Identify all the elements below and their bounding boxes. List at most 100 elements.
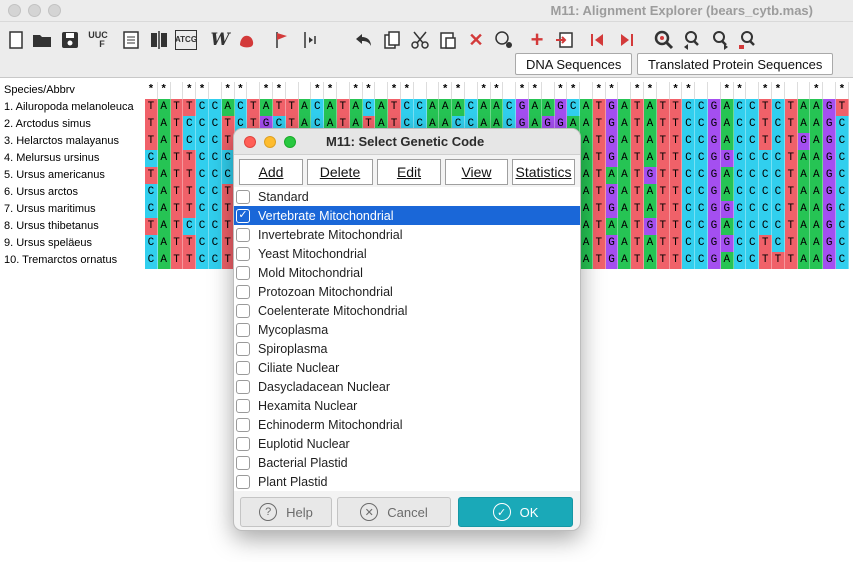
nucleotide-cell[interactable]: T (631, 99, 645, 116)
nucleotide-cell[interactable]: A (618, 99, 632, 116)
nucleotide-cell[interactable]: G (554, 99, 568, 116)
nucleotide-cell[interactable]: A (644, 201, 657, 218)
genetic-code-item[interactable]: Mold Mitochondrial (234, 263, 580, 282)
genetic-code-item[interactable]: Plant Plastid (234, 472, 580, 491)
nucleotide-cell[interactable]: A (298, 99, 312, 116)
zoom-window-button[interactable] (48, 4, 61, 17)
nucleotide-cell[interactable]: C (208, 116, 222, 133)
species-name[interactable]: 1. Ailuropoda melanoleuca (0, 99, 145, 116)
nucleotide-cell[interactable]: G (823, 133, 837, 150)
nucleotide-cell[interactable]: A (580, 235, 593, 252)
nucleotide-cell[interactable]: A (260, 99, 273, 116)
nucleotide-cell[interactable]: A (580, 201, 593, 218)
nucleotide-cell[interactable]: C (682, 201, 696, 218)
nucleotide-cell[interactable]: C (695, 235, 709, 252)
nucleotide-cell[interactable]: C (682, 184, 696, 201)
nucleotide-cell[interactable]: C (836, 133, 849, 150)
nucleotide-cell[interactable]: A (810, 99, 824, 116)
genetic-code-item[interactable]: Echinoderm Mitochondrial (234, 415, 580, 434)
nucleotide-cell[interactable]: C (682, 150, 696, 167)
nucleotide-cell[interactable]: G (720, 201, 734, 218)
nucleotide-cell[interactable]: T (669, 133, 683, 150)
nucleotide-cell[interactable]: T (592, 116, 606, 133)
nucleotide-cell[interactable]: A (720, 99, 734, 116)
nucleotide-cell[interactable]: C (836, 184, 849, 201)
nucleotide-cell[interactable]: A (810, 133, 824, 150)
nucleotide-cell[interactable]: T (656, 99, 670, 116)
nucleotide-cell[interactable]: G (605, 252, 619, 269)
nucleotide-cell[interactable]: G (605, 116, 619, 133)
dialog-close-button[interactable] (244, 136, 256, 148)
nucleotide-cell[interactable]: T (170, 235, 184, 252)
species-name[interactable]: 5. Ursus americanus (0, 167, 145, 184)
nucleotide-cell[interactable]: C (208, 99, 222, 116)
nucleotide-cell[interactable]: A (618, 150, 632, 167)
nucleotide-cell[interactable]: C (733, 235, 747, 252)
nucleotide-cell[interactable]: C (682, 99, 696, 116)
dialog-minimize-button[interactable] (264, 136, 276, 148)
genetic-code-item[interactable]: Hexamita Nuclear (234, 396, 580, 415)
nucleotide-cell[interactable]: A (157, 167, 171, 184)
nucleotide-cell[interactable]: T (388, 99, 401, 116)
nucleotide-cell[interactable]: A (720, 218, 734, 235)
nucleotide-cell[interactable]: G (823, 252, 837, 269)
nucleotide-cell[interactable]: T (336, 99, 350, 116)
nucleotide-cell[interactable]: C (746, 235, 760, 252)
nucleotide-cell[interactable]: C (695, 99, 709, 116)
nucleotide-cell[interactable]: A (797, 99, 811, 116)
nucleotide-cell[interactable]: T (170, 201, 184, 218)
nucleotide-cell[interactable]: C (733, 201, 747, 218)
nucleotide-cell[interactable]: G (708, 150, 721, 167)
nucleotide-cell[interactable]: G (516, 99, 529, 116)
nucleotide-cell[interactable]: T (631, 235, 645, 252)
nucleotide-cell[interactable]: C (196, 116, 209, 133)
nucleotide-cell[interactable]: T (631, 116, 645, 133)
nucleotide-cell[interactable]: T (656, 167, 670, 184)
nucleotide-cell[interactable]: A (797, 218, 811, 235)
nucleotide-cell[interactable]: T (170, 252, 184, 269)
nucleotide-cell[interactable]: C (836, 116, 849, 133)
nucleotide-cell[interactable]: G (605, 99, 619, 116)
nucleotide-cell[interactable]: C (413, 99, 427, 116)
nucleotide-cell[interactable]: C (682, 235, 696, 252)
delete-button[interactable]: Delete (307, 159, 373, 185)
nucleotide-cell[interactable]: A (157, 201, 171, 218)
nucleotide-cell[interactable]: C (196, 184, 209, 201)
nucleotide-cell[interactable]: G (605, 235, 619, 252)
nucleotide-cell[interactable]: T (784, 116, 798, 133)
nucleotide-cell[interactable]: T (784, 184, 798, 201)
nucleotide-cell[interactable]: G (708, 201, 721, 218)
nucleotide-cell[interactable]: A (439, 99, 453, 116)
nucleotide-cell[interactable]: A (157, 150, 171, 167)
nucleotide-cell[interactable]: C (733, 218, 747, 235)
genetic-code-item[interactable]: Mycoplasma (234, 320, 580, 339)
nucleotide-cell[interactable]: T (170, 218, 184, 235)
nucleotide-cell[interactable]: C (208, 150, 222, 167)
genetic-code-item[interactable]: Coelenterate Mitochondrial (234, 301, 580, 320)
nucleotide-cell[interactable]: A (644, 116, 657, 133)
nucleotide-cell[interactable]: G (720, 235, 734, 252)
nucleotide-cell[interactable]: T (784, 167, 798, 184)
nucleotide-cell[interactable]: C (759, 150, 773, 167)
nucleotide-cell[interactable]: G (708, 252, 721, 269)
nucleotide-cell[interactable]: T (784, 235, 798, 252)
nucleotide-cell[interactable]: C (183, 133, 197, 150)
nucleotide-cell[interactable]: A (605, 167, 619, 184)
cancel-button[interactable]: ✕ Cancel (337, 497, 451, 527)
nucleotide-cell[interactable]: A (580, 99, 593, 116)
nucleotide-cell[interactable]: C (733, 99, 747, 116)
nucleotide-cell[interactable]: A (477, 99, 491, 116)
nucleotide-cell[interactable]: T (784, 252, 798, 269)
nucleotide-cell[interactable]: G (708, 184, 721, 201)
checkbox[interactable] (236, 322, 250, 337)
nucleotide-cell[interactable]: T (784, 218, 798, 235)
nucleotide-cell[interactable]: A (720, 116, 734, 133)
nucleotide-cell[interactable]: C (746, 218, 760, 235)
nucleotide-cell[interactable]: T (784, 99, 798, 116)
nucleotide-cell[interactable]: C (145, 252, 158, 269)
species-name[interactable]: 4. Melursus ursinus (0, 150, 145, 167)
nucleotide-cell[interactable]: C (567, 99, 581, 116)
dialog-zoom-button[interactable] (284, 136, 296, 148)
nucleotide-cell[interactable]: C (746, 252, 760, 269)
checkbox[interactable] (236, 379, 250, 394)
